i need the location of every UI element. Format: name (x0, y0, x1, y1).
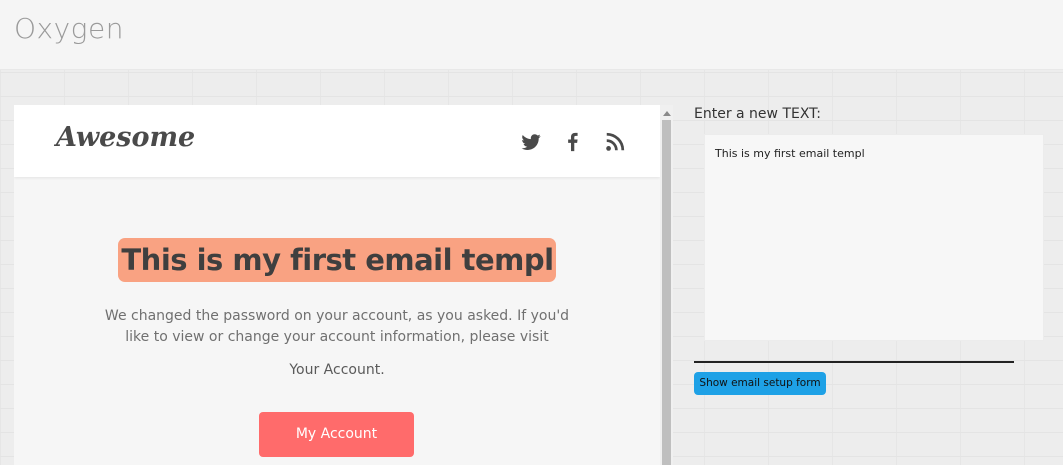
email-preview: Awesome This is my first email templ We … (14, 105, 660, 465)
preview-scrollbar[interactable] (660, 105, 673, 465)
top-bar: Oxygen (0, 0, 1063, 70)
editor-label: Enter a new TEXT: (694, 106, 821, 122)
facebook-icon[interactable] (562, 131, 584, 153)
email-header: Awesome (14, 105, 660, 177)
email-headline: This is my first email templ (118, 238, 556, 282)
scroll-thumb[interactable] (662, 120, 671, 465)
divider (694, 361, 1014, 363)
rss-icon[interactable] (604, 131, 626, 153)
headline-container: This is my first email templ (14, 238, 660, 282)
show-email-setup-button[interactable]: Show email setup form (694, 372, 826, 395)
scroll-up-arrow-icon[interactable] (663, 111, 671, 116)
app-title: Oxygen (14, 12, 124, 45)
email-body-text: We changed the password on your account,… (104, 308, 570, 345)
account-text: Your Account. (289, 362, 385, 378)
twitter-icon[interactable] (520, 131, 542, 153)
my-account-button[interactable]: My Account (259, 412, 414, 457)
text-editor-input[interactable]: This is my first email templ (704, 134, 1044, 341)
brand-logo: Awesome (56, 122, 196, 153)
